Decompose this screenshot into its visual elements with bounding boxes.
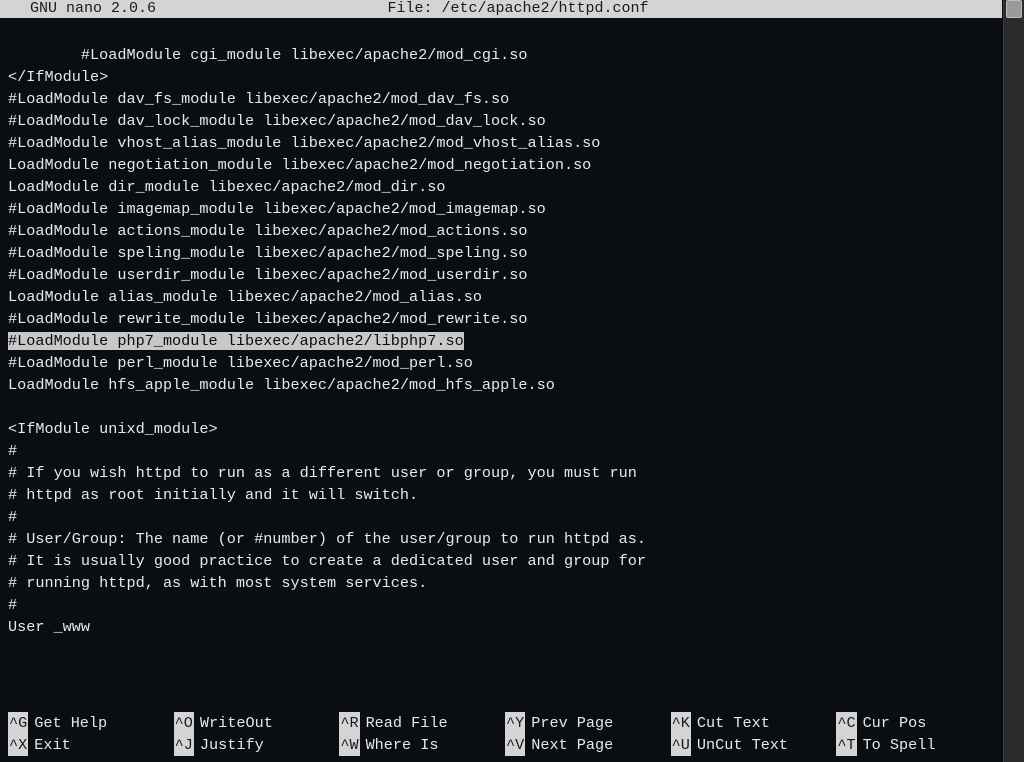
code-line[interactable]: # httpd as root initially and it will sw…: [8, 484, 1002, 506]
code-line[interactable]: LoadModule alias_module libexec/apache2/…: [8, 286, 1002, 308]
code-line[interactable]: #LoadModule actions_module libexec/apach…: [8, 220, 1002, 242]
code-line[interactable]: #LoadModule speling_module libexec/apach…: [8, 242, 1002, 264]
shortcut-writeout[interactable]: ^O WriteOut: [174, 712, 340, 734]
code-line[interactable]: # User/Group: The name (or #number) of t…: [8, 528, 1002, 550]
shortcut-key: ^W: [339, 734, 359, 756]
shortcut-key: ^G: [8, 712, 28, 734]
nano-version: GNU nano 2.0.6: [2, 0, 156, 18]
shortcut-key: ^J: [174, 734, 194, 756]
code-line[interactable]: #LoadModule vhost_alias_module libexec/a…: [8, 132, 1002, 154]
shortcut-key: ^X: [8, 734, 28, 756]
code-line[interactable]: #LoadModule rewrite_module libexec/apach…: [8, 308, 1002, 330]
code-line[interactable]: #LoadModule userdir_module libexec/apach…: [8, 264, 1002, 286]
shortcut-exit[interactable]: ^X Exit: [8, 734, 174, 756]
shortcut-justify[interactable]: ^J Justify: [174, 734, 340, 756]
shortcut-label: Next Page: [531, 734, 613, 756]
code-line[interactable]: #LoadModule cgi_module libexec/apache2/m…: [8, 44, 1002, 66]
shortcut-uncut-text[interactable]: ^U UnCut Text: [671, 734, 837, 756]
code-line[interactable]: User _www: [8, 616, 1002, 638]
file-path: File: /etc/apache2/httpd.conf: [156, 0, 1000, 18]
shortcut-bar: ^G Get Help ^O WriteOut ^R Read File ^Y Prev Pa…: [8, 712, 1002, 756]
shortcut-next-page[interactable]: ^V Next Page: [505, 734, 671, 756]
shortcut-to-spell[interactable]: ^T To Spell: [836, 734, 1002, 756]
shortcut-label: Cur Pos: [863, 712, 927, 734]
code-line[interactable]: LoadModule hfs_apple_module libexec/apac…: [8, 374, 1002, 396]
nano-titlebar: GNU nano 2.0.6 File: /etc/apache2/httpd.…: [0, 0, 1002, 18]
terminal-window: GNU nano 2.0.6 File: /etc/apache2/httpd.…: [0, 0, 1002, 760]
shortcut-get-help[interactable]: ^G Get Help: [8, 712, 174, 734]
shortcut-label: Read File: [366, 712, 448, 734]
shortcut-where-is[interactable]: ^W Where Is: [339, 734, 505, 756]
code-line[interactable]: #: [8, 506, 1002, 528]
highlighted-line[interactable]: #LoadModule php7_module libexec/apache2/…: [8, 332, 464, 350]
scrollbar[interactable]: [1003, 0, 1024, 762]
code-line[interactable]: [8, 396, 1002, 418]
shortcut-key: ^O: [174, 712, 194, 734]
shortcut-prev-page[interactable]: ^Y Prev Page: [505, 712, 671, 734]
shortcut-key: ^R: [339, 712, 359, 734]
shortcut-label: To Spell: [863, 734, 936, 756]
shortcut-key: ^U: [671, 734, 691, 756]
code-line[interactable]: [8, 22, 1002, 44]
shortcut-label: Justify: [200, 734, 264, 756]
shortcut-key: ^T: [836, 734, 856, 756]
code-line[interactable]: # It is usually good practice to create …: [8, 550, 1002, 572]
scroll-thumb[interactable]: [1006, 0, 1022, 18]
editor-area[interactable]: #LoadModule cgi_module libexec/apache2/m…: [0, 18, 1002, 638]
shortcut-key: ^C: [836, 712, 856, 734]
code-line[interactable]: # If you wish httpd to run as a differen…: [8, 462, 1002, 484]
shortcut-cur-pos[interactable]: ^C Cur Pos: [836, 712, 1002, 734]
code-line[interactable]: #LoadModule perl_module libexec/apache2/…: [8, 352, 1002, 374]
code-line[interactable]: <IfModule unixd_module>: [8, 418, 1002, 440]
shortcut-label: Prev Page: [531, 712, 613, 734]
code-line[interactable]: LoadModule dir_module libexec/apache2/mo…: [8, 176, 1002, 198]
code-line[interactable]: </IfModule>: [8, 66, 1002, 88]
shortcut-key: ^V: [505, 734, 525, 756]
code-line[interactable]: #: [8, 594, 1002, 616]
shortcut-label: WriteOut: [200, 712, 273, 734]
shortcut-label: Cut Text: [697, 712, 770, 734]
code-line[interactable]: #LoadModule imagemap_module libexec/apac…: [8, 198, 1002, 220]
shortcut-label: Get Help: [34, 712, 107, 734]
code-line[interactable]: #LoadModule dav_lock_module libexec/apac…: [8, 110, 1002, 132]
shortcut-read-file[interactable]: ^R Read File: [339, 712, 505, 734]
code-line[interactable]: #: [8, 440, 1002, 462]
shortcut-key: ^Y: [505, 712, 525, 734]
code-line[interactable]: LoadModule negotiation_module libexec/ap…: [8, 154, 1002, 176]
code-line[interactable]: #LoadModule php7_module libexec/apache2/…: [8, 330, 1002, 352]
code-line[interactable]: # running httpd, as with most system ser…: [8, 572, 1002, 594]
shortcut-key: ^K: [671, 712, 691, 734]
shortcut-label: Where Is: [366, 734, 439, 756]
code-line[interactable]: #LoadModule dav_fs_module libexec/apache…: [8, 88, 1002, 110]
shortcut-label: UnCut Text: [697, 734, 788, 756]
shortcut-label: Exit: [34, 734, 70, 756]
shortcut-cut-text[interactable]: ^K Cut Text: [671, 712, 837, 734]
